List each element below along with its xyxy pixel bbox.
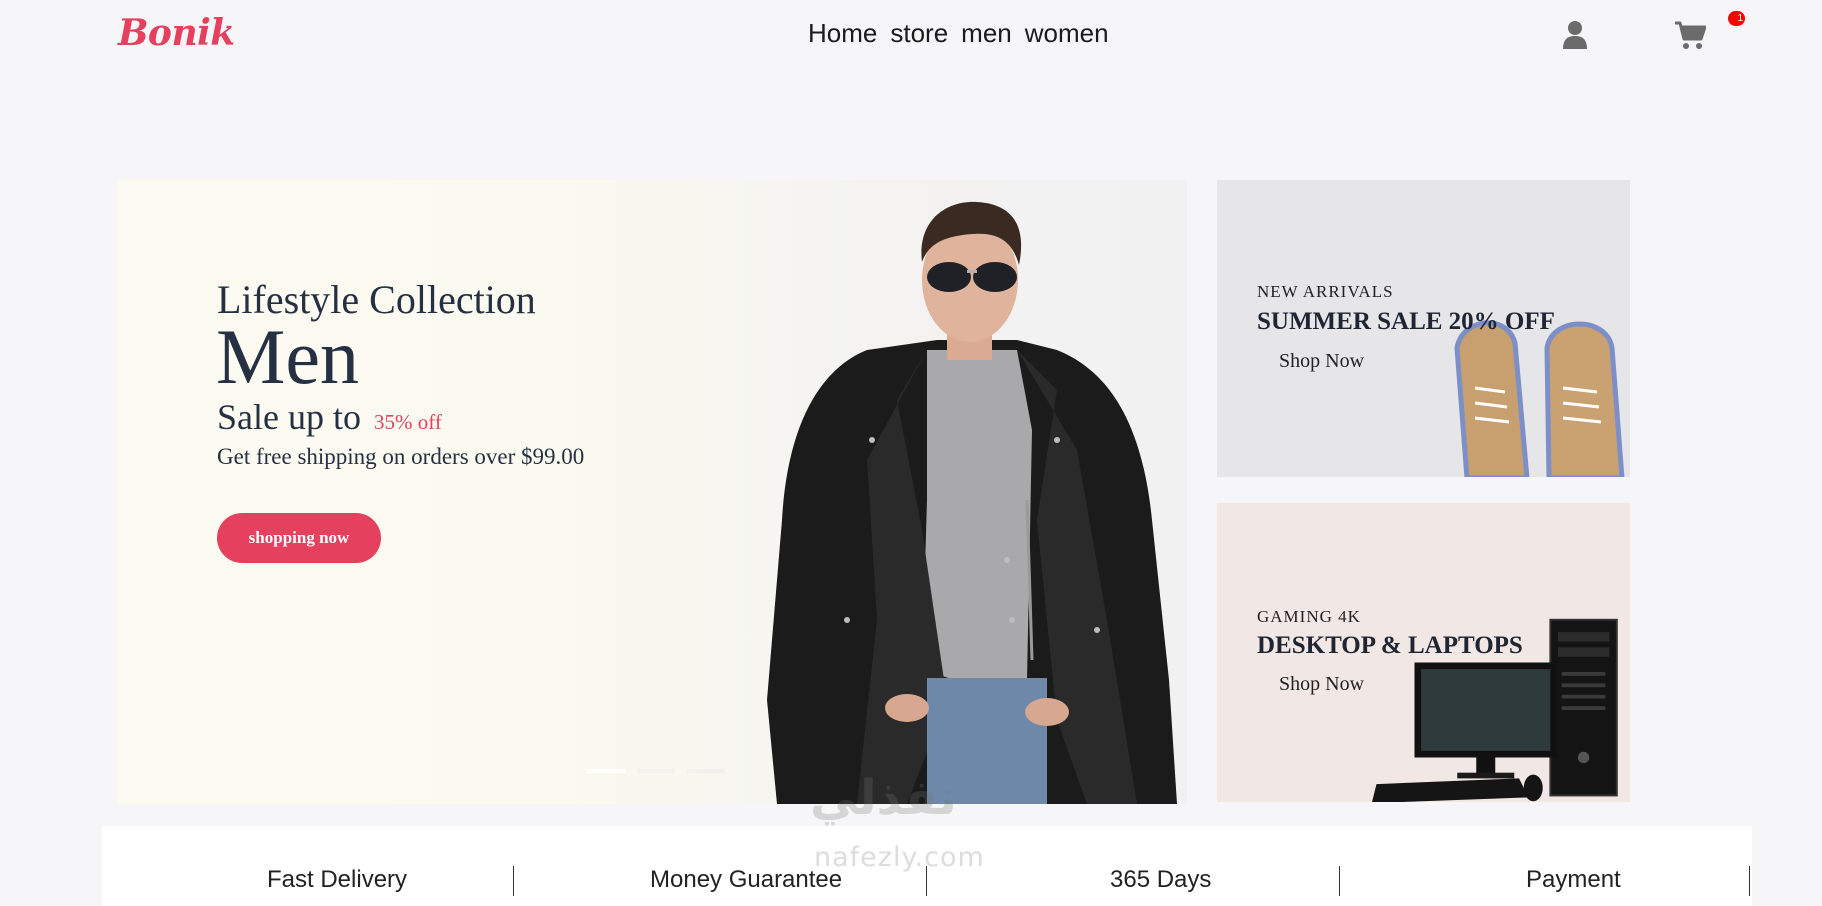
nav-men-link[interactable]: men (961, 18, 1012, 49)
slider-dot-2[interactable] (637, 769, 675, 773)
feature-divider (1749, 866, 1750, 896)
hero-sale-label: Sale up to (217, 397, 361, 437)
nav-store-link[interactable]: store (890, 18, 948, 49)
nav-women-link[interactable]: women (1025, 18, 1109, 49)
promo-headline: DESKTOP & LAPTOPS (1257, 632, 1523, 659)
nav-home-link[interactable]: Home (808, 18, 877, 49)
hero-sale-percent: 35% off (373, 410, 442, 434)
promo-kicker: GAMING 4K (1257, 607, 1361, 626)
promo-summer-sale[interactable]: NEW ARRIVALS SUMMER SALE 20% OFF Shop No… (1217, 180, 1630, 477)
hero-slider-dots (587, 769, 725, 773)
service-features-bar: Fast Delivery Money Guarantee 365 Days P… (102, 826, 1752, 906)
hero-sale-text: Sale up to 35% off (217, 396, 442, 438)
shop-now-link[interactable]: Shop Now (1279, 673, 1364, 696)
shop-now-link[interactable]: Shop Now (1279, 350, 1364, 373)
shopping-now-button[interactable]: shopping now (217, 513, 381, 563)
cart-icon[interactable] (1674, 20, 1706, 50)
brand-logo[interactable]: Bonik (118, 12, 235, 54)
model-in-leather-jacket-image (767, 201, 1177, 804)
feature-divider (1339, 866, 1340, 896)
hero-title: Men (216, 313, 359, 400)
feature-divider (513, 866, 514, 896)
cart-count-badge: 1 (1728, 11, 1745, 26)
feature-money-guarantee: Money Guarantee (650, 866, 843, 893)
user-icon[interactable] (1562, 20, 1588, 50)
main-nav: Home store men women (808, 18, 1109, 49)
feature-divider (926, 866, 927, 896)
feature-fast-delivery: Fast Delivery (267, 866, 408, 893)
feature-payment: Payment (1526, 866, 1621, 893)
promo-kicker: NEW ARRIVALS (1257, 282, 1394, 301)
promo-desktop-laptops[interactable]: GAMING 4K DESKTOP & LAPTOPS Shop Now (1217, 503, 1630, 802)
slider-dot-1[interactable] (587, 769, 625, 773)
slider-dot-3[interactable] (687, 769, 725, 773)
hero-banner: Lifestyle Collection Men Sale up to 35% … (117, 180, 1187, 804)
feature-365-days: 365 Days (1110, 866, 1212, 893)
site-header: Bonik Home store men women 1 (0, 0, 1822, 72)
hero-shipping-note: Get free shipping on orders over $99.00 (217, 444, 585, 469)
promo-headline: SUMMER SALE 20% OFF (1257, 308, 1555, 335)
